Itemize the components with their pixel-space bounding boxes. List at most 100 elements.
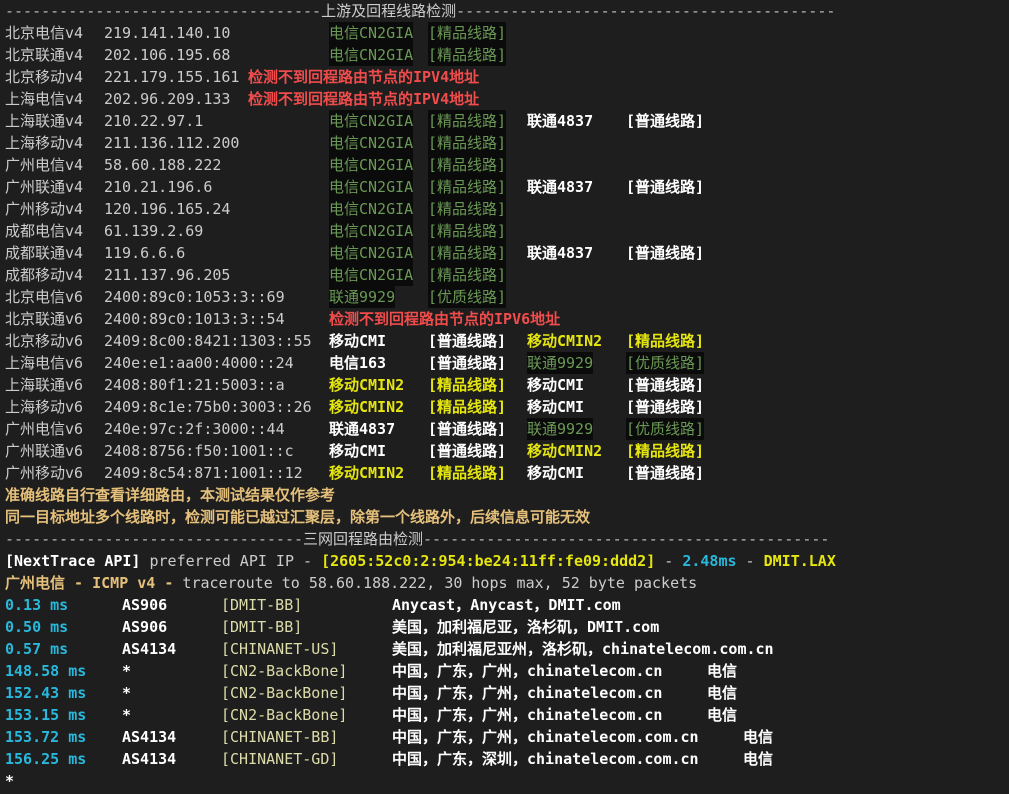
route1-name: 电信CN2GIA [329,176,414,198]
section2-header: ---------------------------------三网回程路由检… [5,528,1004,550]
route1-name: 电信CN2GIA [329,110,414,132]
route2-name: 移动CMI [527,376,585,394]
route-row: 北京电信v4 219.141.140.10 电信CN2GIA [精品线路] [5,22,1004,44]
route2-tag: [普通线路] [626,112,705,130]
hop-network: [CN2-BackBone] [221,706,348,724]
hop-row: 0.50 ms AS906 [DMIT-BB] 美国，加利福尼亚，洛杉矶，DMIT.c… [5,616,1004,638]
hop-row: 152.43 ms * [CN2-BackBone] 中国，广东，广州，chinate… [5,682,1004,704]
hop-geo: 美国，加利福尼亚，洛杉矶，DMIT.com [392,618,660,636]
route1-tag: [普通线路] [428,354,507,372]
route-row: 广州电信v4 58.60.188.222 电信CN2GIA [精品线路] [5,154,1004,176]
route2-tag: [普通线路] [626,244,705,262]
route-label: 广州联通v6 [5,442,84,460]
route2-name: 联通9929 [527,418,594,440]
route1-tag: [优质线路] [428,286,507,308]
hop-asn: AS906 [122,596,168,614]
route2-name: 联通4837 [527,244,594,262]
route2-tag: [普通线路] [626,464,705,482]
route1-name: 移动CMI [329,442,387,460]
hop-geo: 中国，广东，广州，chinatelecom.cn [392,662,663,680]
route-label: 成都联通v4 [5,244,84,262]
route-ip: 202.96.209.133 [104,90,231,108]
hop-latency: 156.25 ms [5,750,87,768]
hop-isp: 电信 [743,728,774,746]
route-label: 广州电信v6 [5,420,84,438]
route1-tag: [精品线路] [428,132,507,154]
route-label: 上海联通v6 [5,376,84,394]
hop-network: [CHINANET-US] [221,640,339,658]
route2-tag: [普通线路] [626,178,705,196]
hop-row: 0.13 ms AS906 [DMIT-BB] Anycast，Anycast，DMI… [5,594,1004,616]
route-ip: 2400:89c0:1053:3::69 [104,288,285,306]
route-label: 广州电信v4 [5,156,84,174]
route-label: 上海电信v4 [5,90,84,108]
route1-tag: [精品线路] [428,264,507,286]
hop-asn: * [122,662,132,680]
route-ip: 210.22.97.1 [104,112,204,130]
api-ip: [2605:52c0:2:954:be24:11ff:fe09:ddd2] [321,552,656,570]
hop-row: 153.15 ms * [CN2-BackBone] 中国，广东，广州，chinate… [5,704,1004,726]
route-ip: 211.137.96.205 [104,266,231,284]
route-label: 上海联通v4 [5,112,84,130]
hop-asn: AS4134 [122,750,177,768]
route-ip: 2408:80f1:21:5003::a [104,376,285,394]
hop-isp: 电信 [707,706,738,724]
route2-tag: [优质线路] [626,352,705,374]
hop-latency: 0.13 ms [5,596,69,614]
route-label: 广州移动v4 [5,200,84,218]
hop-latency: 148.58 ms [5,662,87,680]
route1-tag: [精品线路] [428,198,507,220]
route-ip: 210.21.196.6 [104,178,213,196]
hop-geo: Anycast，Anycast，DMIT.com [392,596,621,614]
route-row: 上海联通v4 210.22.97.1 电信CN2GIA [精品线路] 联通4837 [普通… [5,110,1004,132]
hop-latency: 0.50 ms [5,618,69,636]
route-ip: 221.179.155.161 [104,68,240,86]
route-row: 上海电信v6 240e:e1:aa00:4000::24 电信163 [普通线路] 联通… [5,352,1004,374]
route-label: 广州联通v4 [5,178,84,196]
route1-tag: [精品线路] [428,176,507,198]
route-ip: 219.141.140.10 [104,24,231,42]
api-host: DMIT.LAX [763,552,836,570]
section1-header: -----------------------------------上游及回程… [5,0,1004,22]
hop-isp: 电信 [743,750,774,768]
route-label: 北京移动v4 [5,68,84,86]
route-row: 广州联通v4 210.21.196.6 电信CN2GIA [精品线路] 联通4837 [普… [5,176,1004,198]
api-dash: - [655,552,683,570]
route-ip: 119.6.6.6 [104,244,186,262]
hop-asn: * [122,706,132,724]
route1-name: 移动CMI [329,332,387,350]
route-ip: 240e:97c:2f:3000::44 [104,420,285,438]
route1-tag: [精品线路] [428,44,507,66]
hop-asn: AS906 [122,618,168,636]
separator-right: ----------------------------------------… [423,530,830,548]
hop-row: 156.25 ms AS4134 [CHINANET-GD] 中国，广东，深圳，chi… [5,748,1004,770]
hop-latency: 153.15 ms [5,706,87,724]
route2-tag: [精品线路] [626,332,705,350]
hop-asn: AS4134 [122,728,177,746]
route1-name: 电信CN2GIA [329,220,414,242]
route-row: 上海电信v4 202.96.209.133 检测不到回程路由节点的IPV4地址 [5,88,1004,110]
hop-latency: 153.72 ms [5,728,87,746]
hop-row: 153.72 ms AS4134 [CHINANET-BB] 中国，广东，广州，chi… [5,726,1004,748]
route2-name: 联通4837 [527,178,594,196]
hop-network: [DMIT-BB] [221,618,303,636]
route1-name: 电信CN2GIA [329,198,414,220]
route1-tag: [精品线路] [428,110,507,132]
hop-isp: 电信 [707,662,738,680]
route1-tag: [普通线路] [428,442,507,460]
route1-name: 联通4837 [329,420,396,438]
route1-tag: [精品线路] [428,220,507,242]
route-row: 上海联通v6 2408:80f1:21:5003::a 移动CMIN2 [精品线路] 移… [5,374,1004,396]
route-row: 广州移动v4 120.196.165.24 电信CN2GIA [精品线路] [5,198,1004,220]
terminal-window: -----------------------------------上游及回程… [0,0,1009,794]
route1-name: 电信CN2GIA [329,132,414,154]
route-check-list: 北京电信v4 219.141.140.10 电信CN2GIA [精品线路] 北京联通v… [5,22,1004,484]
note-line: 准确线路自行查看详细路由，本测试结果仅作参考 [5,486,336,504]
route-row: 北京联通v4 202.106.195.68 电信CN2GIA [精品线路] [5,44,1004,66]
route2-name: 移动CMI [527,398,585,416]
route1-tag: [普通线路] [428,332,507,350]
route-ip: 58.60.188.222 [104,156,222,174]
hop-geo: 中国，广东，广州，chinatelecom.cn [392,684,663,702]
route-label: 成都移动v4 [5,266,84,284]
section2-title: 三网回程路由检测 [303,530,424,548]
